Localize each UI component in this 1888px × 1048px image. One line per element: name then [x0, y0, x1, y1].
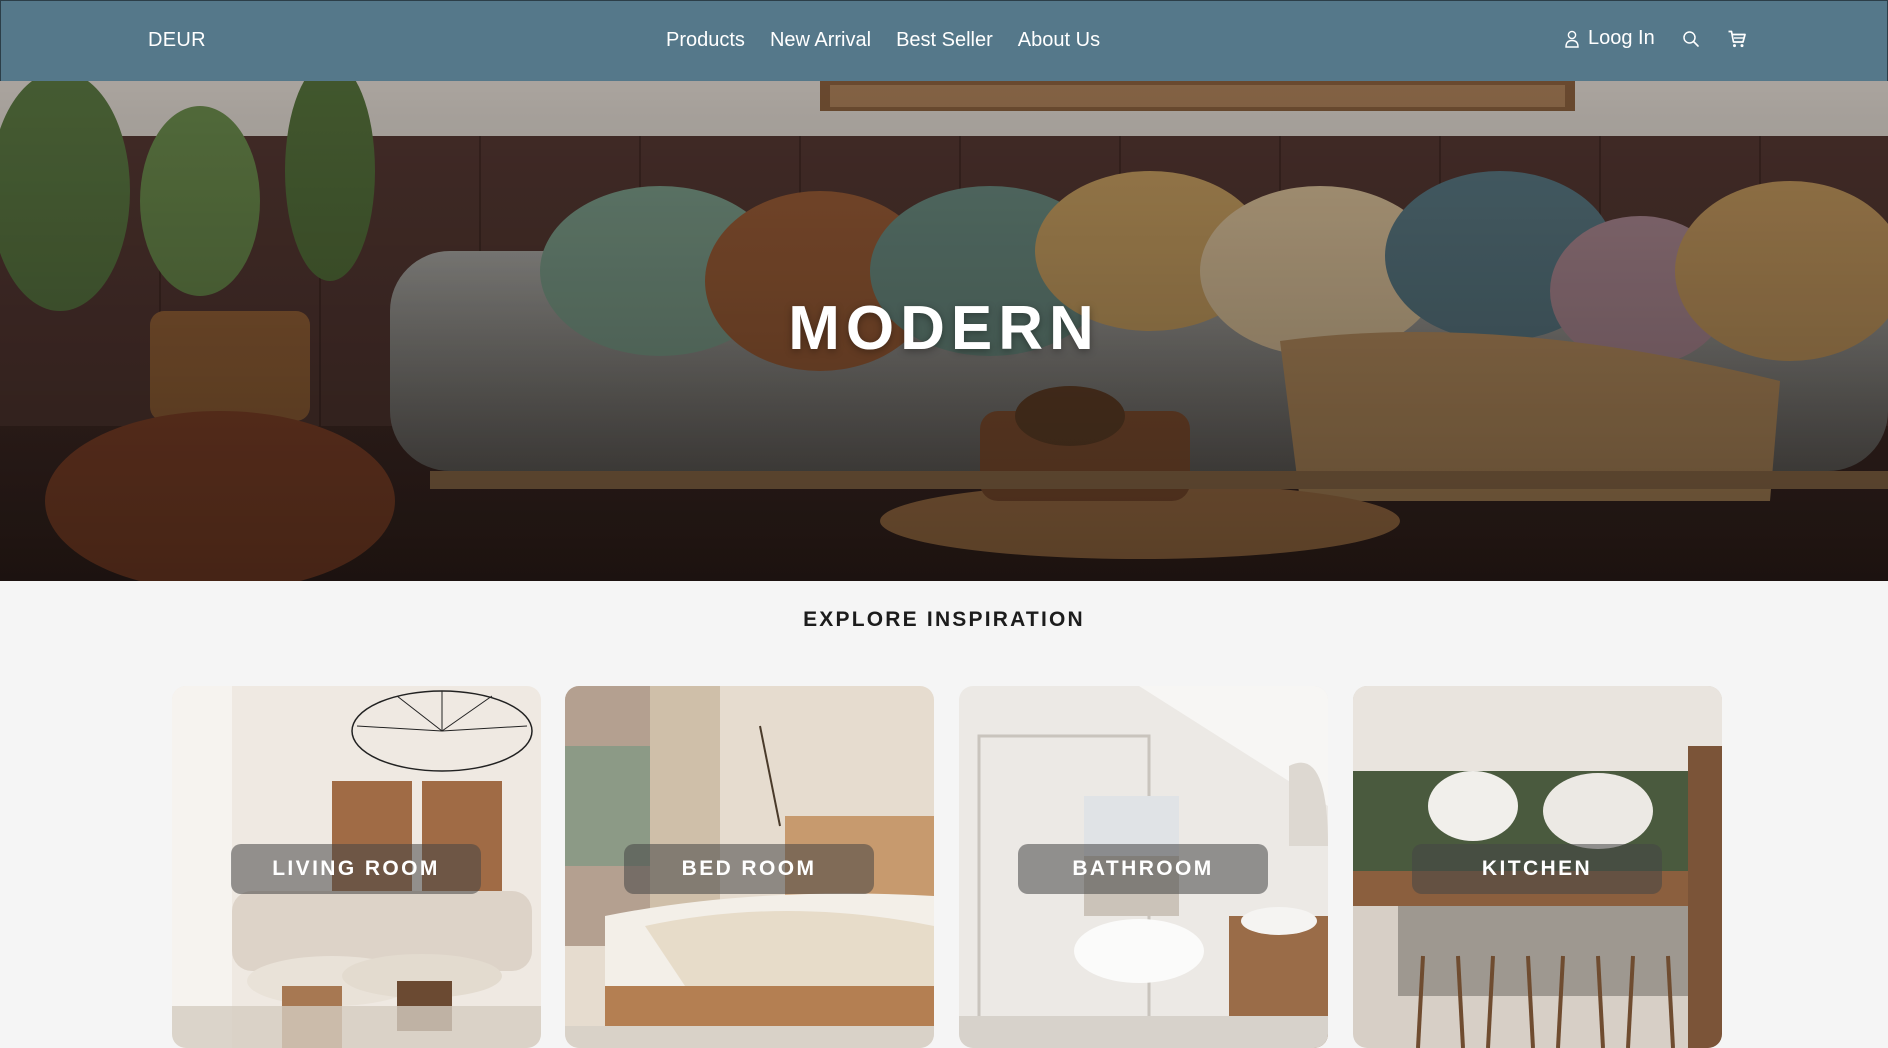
nav-link-new-arrival[interactable]: New Arrival [770, 29, 871, 52]
nav-link-about-us[interactable]: About Us [1018, 29, 1100, 52]
hero-banner: MODERN [0, 81, 1888, 581]
category-label: BED ROOM [624, 844, 874, 894]
page: DEUR Products New Arrival Best Seller Ab… [0, 0, 1888, 1048]
login-label: Loog In [1588, 27, 1655, 49]
category-label: KITCHEN [1412, 844, 1662, 894]
login-button[interactable]: Loog In [1564, 27, 1655, 50]
main-nav: Products New Arrival Best Seller About U… [666, 29, 1100, 52]
category-card-living-room[interactable]: LIVING ROOM [172, 686, 541, 1048]
nav-link-best-seller[interactable]: Best Seller [896, 29, 993, 52]
user-icon [1564, 29, 1580, 49]
section-heading: EXPLORE INSPIRATION [0, 608, 1888, 632]
nav-actions: Loog In [1564, 27, 1747, 50]
category-card-kitchen[interactable]: KITCHEN [1353, 686, 1722, 1048]
top-navbar: DEUR Products New Arrival Best Seller Ab… [0, 0, 1888, 81]
search-icon[interactable] [1682, 30, 1700, 48]
section-heading-rest: INSPIRATION [926, 608, 1085, 631]
nav-link-products[interactable]: Products [666, 29, 745, 52]
brand-logo[interactable]: DEUR [148, 29, 206, 52]
section-heading-bold: EXPLORE [803, 608, 919, 631]
cart-icon[interactable] [1727, 29, 1747, 49]
category-label: LIVING ROOM [231, 844, 481, 894]
category-cards: LIVING ROOM BED ROOM BATHROOM KITCHEN [172, 686, 1722, 1048]
category-card-bathroom[interactable]: BATHROOM [959, 686, 1328, 1048]
category-label: BATHROOM [1018, 844, 1268, 894]
category-card-bed-room[interactable]: BED ROOM [565, 686, 934, 1048]
hero-title: MODERN [788, 294, 1100, 363]
